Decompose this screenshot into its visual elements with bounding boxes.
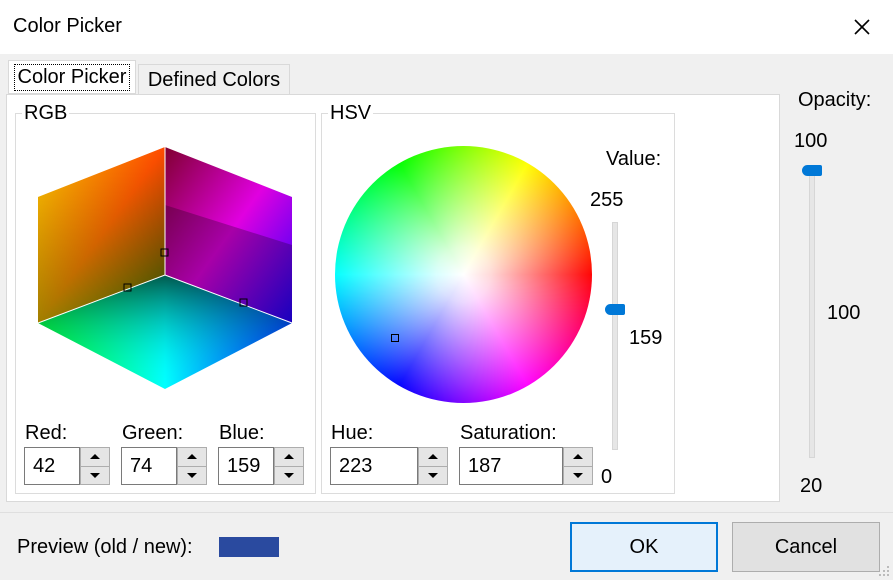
hsv-group-label: HSV	[328, 102, 374, 125]
cancel-button-label: Cancel	[774, 535, 838, 558]
opacity-current-label: 100	[827, 302, 861, 324]
green-label: Green:	[122, 422, 184, 444]
chevron-down-icon	[90, 472, 100, 478]
tab-defined-colors[interactable]: Defined Colors	[138, 64, 290, 96]
chevron-up-icon	[187, 454, 197, 460]
blue-label: Blue:	[219, 422, 265, 444]
value-min-label: 0	[601, 466, 613, 488]
rgb-cube[interactable]	[35, 145, 297, 391]
red-label: Red:	[25, 422, 68, 444]
window-title: Color Picker	[13, 15, 122, 37]
opacity-min-label: 20	[800, 475, 823, 497]
hue-up-button[interactable]	[418, 447, 448, 467]
tab-color-picker-label: Color Picker	[13, 63, 131, 91]
green-down-button[interactable]	[177, 466, 207, 485]
saturation-down-button[interactable]	[563, 466, 593, 485]
value-slider-thumb[interactable]	[605, 303, 625, 315]
hue-marker[interactable]	[391, 334, 399, 342]
hue-down-button[interactable]	[418, 466, 448, 485]
hue-label: Hue:	[331, 422, 374, 444]
blue-up-button[interactable]	[274, 447, 304, 467]
hue-input[interactable]: 223	[330, 447, 418, 485]
hue-saturation-wheel[interactable]	[335, 146, 592, 403]
chevron-up-icon	[428, 454, 438, 460]
preview-label: Preview (old / new):	[17, 536, 193, 558]
chevron-up-icon	[573, 454, 583, 460]
saturation-stepper[interactable]	[563, 447, 593, 485]
blue-stepper[interactable]	[274, 447, 304, 485]
red-input[interactable]: 42	[24, 447, 80, 485]
hue-stepper[interactable]	[418, 447, 448, 485]
chevron-down-icon	[187, 472, 197, 478]
chevron-down-icon	[428, 472, 438, 478]
chevron-up-icon	[90, 454, 100, 460]
blue-down-button[interactable]	[274, 466, 304, 485]
resize-grip-icon[interactable]	[877, 564, 891, 578]
blue-input[interactable]: 159	[218, 447, 274, 485]
title-bar: Color Picker	[0, 0, 893, 54]
saturation-input[interactable]: 187	[459, 447, 563, 485]
close-button[interactable]	[840, 8, 884, 46]
tab-defined-colors-label: Defined Colors	[147, 69, 281, 91]
opacity-slider-thumb[interactable]	[802, 165, 822, 176]
preview-swatch	[219, 537, 279, 557]
saturation-up-button[interactable]	[563, 447, 593, 467]
chevron-down-icon	[573, 472, 583, 478]
value-label: Value:	[606, 148, 662, 170]
cancel-button[interactable]: Cancel	[732, 522, 880, 572]
green-input[interactable]: 74	[121, 447, 177, 485]
chevron-down-icon	[284, 472, 294, 478]
close-icon	[854, 19, 870, 35]
green-up-button[interactable]	[177, 447, 207, 467]
ok-button-label: OK	[629, 535, 659, 558]
value-current-label: 159	[629, 327, 663, 349]
value-slider-track[interactable]	[612, 222, 618, 450]
red-down-button[interactable]	[80, 466, 110, 485]
bottom-separator	[0, 512, 893, 513]
red-up-button[interactable]	[80, 447, 110, 467]
opacity-slider-track[interactable]	[809, 165, 815, 458]
saturation-label: Saturation:	[460, 422, 557, 444]
rgb-group-label: RGB	[22, 102, 70, 125]
opacity-max-label: 100	[794, 130, 828, 152]
ok-button[interactable]: OK	[570, 522, 718, 572]
red-stepper[interactable]	[80, 447, 110, 485]
tab-color-picker[interactable]: Color Picker	[8, 60, 136, 94]
green-stepper[interactable]	[177, 447, 207, 485]
opacity-label: Opacity:	[798, 89, 872, 111]
chevron-up-icon	[284, 454, 294, 460]
value-max-label: 255	[590, 189, 624, 211]
